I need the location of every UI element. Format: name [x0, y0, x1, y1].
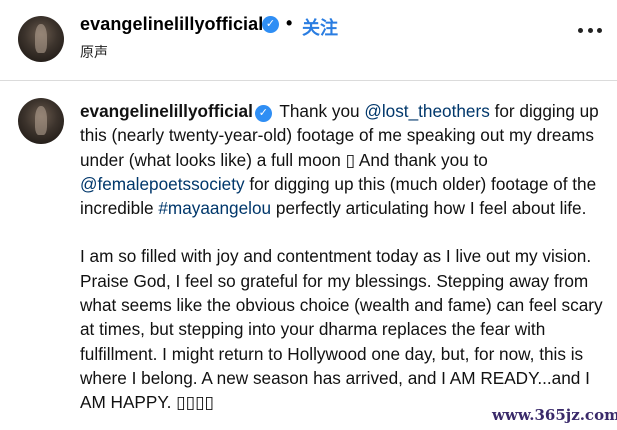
verified-badge-icon: ✓ — [254, 105, 272, 122]
verified-badge-icon: ✓ — [262, 16, 279, 33]
follow-button[interactable]: 关注 — [302, 14, 338, 40]
hashtag-link[interactable]: #mayaangelou — [158, 198, 271, 218]
post-header: evangelinelillyofficial ✓ • 关注 原声 — [0, 0, 617, 75]
caption-text: perfectly articulating how I feel about … — [271, 198, 587, 219]
divider — [0, 80, 617, 81]
mention-link[interactable]: @lost_theothers — [364, 101, 489, 121]
original-audio-label[interactable]: 原声 — [80, 42, 108, 62]
separator-dot: • — [286, 13, 293, 33]
site-watermark: www.365jz.com — [486, 403, 617, 427]
more-horizontal-icon[interactable] — [578, 28, 602, 36]
caption-text: Thank you — [274, 101, 365, 121]
caption-avatar[interactable] — [18, 98, 64, 144]
profile-avatar[interactable] — [18, 16, 64, 62]
caption-paragraph-1: evangelinelillyofficial ✓ Thank you @lost… — [80, 99, 610, 220]
caption-paragraph-2: I am so filled with joy and contentment … — [80, 246, 603, 413]
mention-link[interactable]: @femalepoetssociety — [80, 174, 245, 194]
caption-username[interactable]: evangelinelillyofficial — [80, 101, 253, 121]
post-caption: evangelinelillyofficial ✓ Thank you @lost… — [80, 99, 610, 415]
header-username[interactable]: evangelinelillyofficial — [80, 14, 263, 35]
